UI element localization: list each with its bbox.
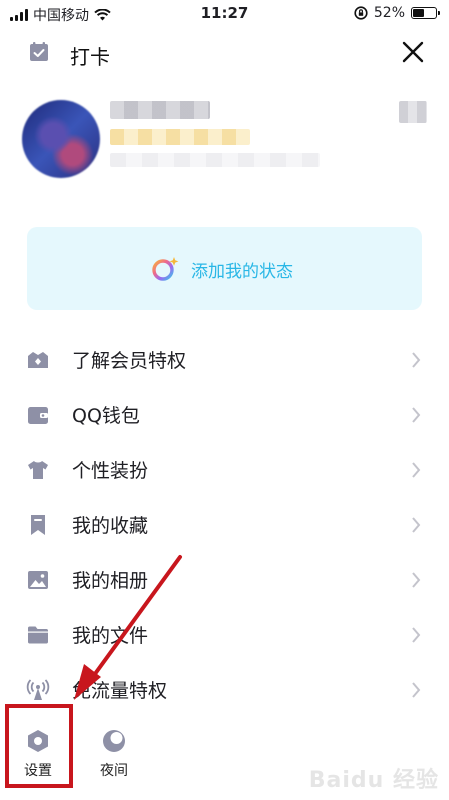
menu-item-wallet[interactable]: QQ钱包 <box>0 387 449 442</box>
status-bar: 中国移动 11:27 52% <box>0 0 449 28</box>
settings-highlight-box <box>5 704 73 788</box>
night-mode-button[interactable]: 夜间 <box>84 722 144 786</box>
menu-item-album[interactable]: 我的相册 <box>0 552 449 607</box>
rotation-lock-icon <box>354 6 368 20</box>
menu-item-vip[interactable]: 了解会员特权 <box>0 332 449 387</box>
menu-item-label: 免流量特权 <box>72 680 168 702</box>
checkin-label[interactable]: 打卡 <box>70 41 110 70</box>
folder-icon <box>28 626 48 644</box>
menu-item-files[interactable]: 我的文件 <box>0 607 449 662</box>
calendar-check-icon[interactable] <box>28 41 50 63</box>
blurred-qr-code[interactable] <box>399 101 427 123</box>
chevron-right-icon <box>412 572 421 588</box>
moon-icon <box>103 730 125 752</box>
status-ring-icon <box>152 257 179 281</box>
chevron-right-icon <box>412 682 421 698</box>
menu-item-label: QQ钱包 <box>72 405 140 427</box>
menu-item-label: 我的收藏 <box>72 515 149 537</box>
add-status-card[interactable]: 添加我的状态 <box>27 227 422 310</box>
avatar[interactable] <box>22 100 100 178</box>
menu-item-label: 个性装扮 <box>72 460 149 482</box>
profile-section[interactable] <box>0 95 449 185</box>
menu-item-label: 了解会员特权 <box>72 350 187 372</box>
chevron-right-icon <box>412 517 421 533</box>
drawer-header: 打卡 <box>0 36 449 70</box>
blurred-signature <box>110 153 320 167</box>
chevron-right-icon <box>412 352 421 368</box>
close-icon[interactable] <box>401 40 425 64</box>
menu-item-label: 我的文件 <box>72 625 149 647</box>
signal-tower-icon <box>26 679 50 700</box>
chevron-right-icon <box>412 407 421 423</box>
wallet-icon <box>28 407 48 424</box>
add-status-label: 添加我的状态 <box>191 262 293 282</box>
menu-item-label: 我的相册 <box>72 570 149 592</box>
vip-crown-icon <box>28 352 48 368</box>
battery-percent: 52% <box>373 5 405 21</box>
night-mode-label: 夜间 <box>100 763 128 779</box>
blurred-nickname <box>110 101 210 119</box>
chevron-right-icon <box>412 627 421 643</box>
chevron-right-icon <box>412 462 421 478</box>
tshirt-icon <box>28 461 48 479</box>
bookmark-icon <box>31 515 45 535</box>
menu-item-favorites[interactable]: 我的收藏 <box>0 497 449 552</box>
menu-item-theme[interactable]: 个性装扮 <box>0 442 449 497</box>
photo-icon <box>28 571 48 589</box>
battery-icon <box>411 7 440 19</box>
blurred-level <box>110 129 250 145</box>
baidu-watermark: Baidu 经验 <box>308 768 439 793</box>
status-right-group: 52% <box>354 5 440 21</box>
